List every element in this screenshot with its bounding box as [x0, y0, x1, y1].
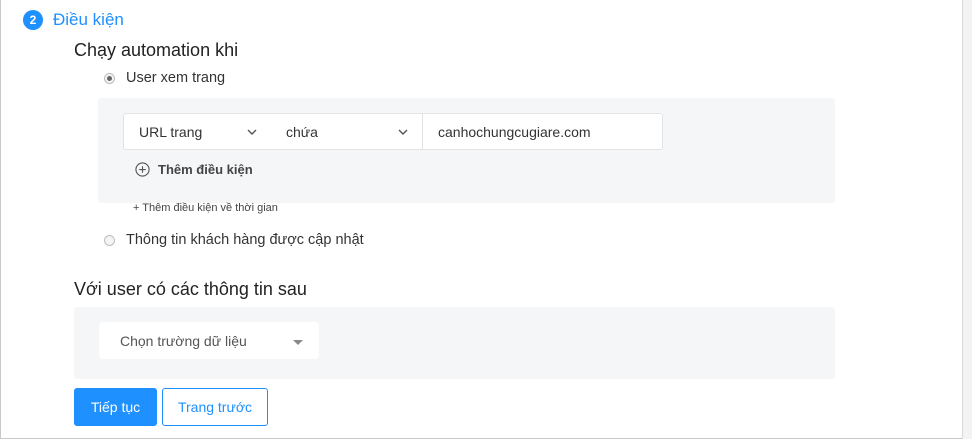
- step-title: Điều kiện: [53, 10, 124, 29]
- step-number-badge: 2: [23, 10, 43, 30]
- condition-panel: URL trang chứa canhochungcugiare.com Thê…: [98, 98, 835, 203]
- scrollbar[interactable]: [962, 0, 972, 439]
- radio-label: User xem trang: [126, 70, 226, 86]
- data-field-dropdown[interactable]: Chọn trường dữ liệu: [99, 322, 319, 359]
- next-button[interactable]: Tiếp tục: [74, 388, 157, 426]
- radio-checked-icon[interactable]: [104, 72, 115, 84]
- operator-select-value: chứa: [286, 123, 318, 140]
- chevron-down-icon: [247, 129, 257, 135]
- user-filter-panel: Chọn trường dữ liệu: [74, 307, 835, 379]
- dropdown-placeholder: Chọn trường dữ liệu: [120, 332, 247, 349]
- trigger-heading: Chạy automation khi: [74, 40, 239, 60]
- radio-unchecked-icon[interactable]: [104, 234, 115, 246]
- add-condition-label: Thêm điều kiện: [158, 162, 253, 177]
- add-condition-button[interactable]: Thêm điều kiện: [135, 162, 253, 177]
- radio-user-views-page[interactable]: User xem trang: [104, 70, 225, 86]
- radio-label: Thông tin khách hàng được cập nhật: [126, 232, 364, 248]
- radio-customer-info-updated[interactable]: Thông tin khách hàng được cập nhật: [104, 232, 364, 248]
- user-filter-heading: Với user có các thông tin sau: [74, 279, 307, 299]
- field-select[interactable]: URL trang: [123, 113, 272, 150]
- plus-circle-icon: [135, 162, 150, 177]
- condition-value-input[interactable]: canhochungcugiare.com: [423, 113, 663, 150]
- field-select-value: URL trang: [139, 123, 203, 140]
- caret-down-icon: [293, 340, 303, 345]
- operator-select[interactable]: chứa: [271, 113, 423, 150]
- chevron-down-icon: [398, 129, 408, 135]
- back-button[interactable]: Trang trước: [162, 388, 268, 426]
- step-header: 2 Điều kiện: [23, 9, 124, 31]
- condition-value-text: canhochungcugiare.com: [438, 123, 591, 140]
- add-time-condition-link[interactable]: + Thêm điều kiện về thời gian: [133, 202, 278, 214]
